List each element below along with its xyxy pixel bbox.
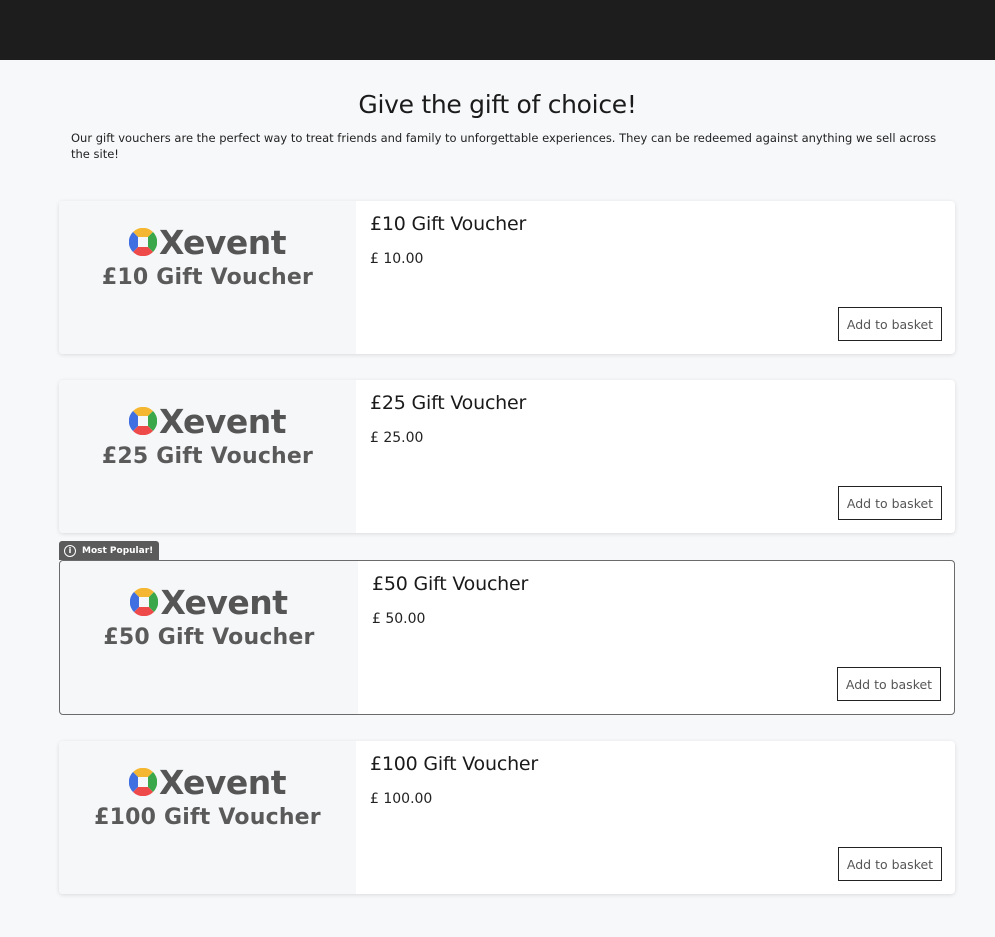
brand-name: Xevent (160, 582, 288, 622)
voucher-price: £ 50.00 (372, 611, 426, 627)
intro-text: Our gift vouchers are the perfect way to… (71, 131, 937, 161)
voucher-price: £ 10.00 (370, 251, 424, 267)
voucher-details: £10 Gift Voucher £ 10.00 Add to basket (356, 201, 955, 354)
badge-label: Most Popular! (82, 545, 154, 556)
brand-logo: Xevent (128, 401, 287, 441)
info-icon: i (64, 544, 76, 557)
xevent-logo-icon (130, 588, 159, 616)
voucher-image: Xevent £25 Gift Voucher (59, 380, 356, 533)
voucher-name: £50 Gift Voucher (372, 573, 529, 595)
xevent-logo-icon (128, 228, 157, 256)
voucher-price: £ 25.00 (370, 430, 424, 446)
brand-logo: Xevent (128, 762, 287, 802)
brand-logo: Xevent (128, 222, 287, 262)
add-to-basket-button[interactable]: Add to basket (838, 847, 942, 881)
voucher-card: Xevent £10 Gift Voucher £10 Gift Voucher… (59, 201, 955, 354)
brand-logo: Xevent (130, 582, 288, 622)
voucher-details: £50 Gift Voucher £ 50.00 Add to basket (358, 561, 954, 714)
voucher-image-title: £25 Gift Voucher (101, 444, 314, 469)
voucher-name: £10 Gift Voucher (370, 213, 527, 235)
brand-name: Xevent (158, 762, 287, 802)
add-to-basket-button[interactable]: Add to basket (838, 486, 942, 520)
voucher-image: Xevent £100 Gift Voucher (59, 741, 356, 894)
add-to-basket-button[interactable]: Add to basket (838, 307, 942, 341)
voucher-card: Xevent £25 Gift Voucher £25 Gift Voucher… (59, 380, 955, 533)
voucher-card-popular: Xevent £50 Gift Voucher £50 Gift Voucher… (59, 560, 955, 715)
voucher-image: Xevent £50 Gift Voucher (60, 561, 358, 714)
brand-name: Xevent (158, 222, 287, 262)
voucher-details: £100 Gift Voucher £ 100.00 Add to basket (356, 741, 955, 894)
page-title: Give the gift of choice! (358, 90, 637, 119)
top-navbar (0, 0, 995, 60)
xevent-logo-icon (128, 407, 157, 435)
voucher-image-title: £50 Gift Voucher (103, 625, 315, 650)
voucher-name: £100 Gift Voucher (370, 753, 539, 775)
xevent-logo-icon (128, 768, 157, 796)
most-popular-badge: i Most Popular! (59, 541, 160, 560)
add-to-basket-button[interactable]: Add to basket (837, 667, 941, 701)
brand-name: Xevent (158, 401, 287, 441)
voucher-name: £25 Gift Voucher (370, 392, 527, 414)
voucher-image-title: £10 Gift Voucher (101, 265, 314, 290)
voucher-price: £ 100.00 (370, 791, 433, 807)
voucher-image-title: £100 Gift Voucher (94, 805, 321, 830)
voucher-card: Xevent £100 Gift Voucher £100 Gift Vouch… (59, 741, 955, 894)
voucher-details: £25 Gift Voucher £ 25.00 Add to basket (356, 380, 955, 533)
voucher-image: Xevent £10 Gift Voucher (59, 201, 356, 354)
